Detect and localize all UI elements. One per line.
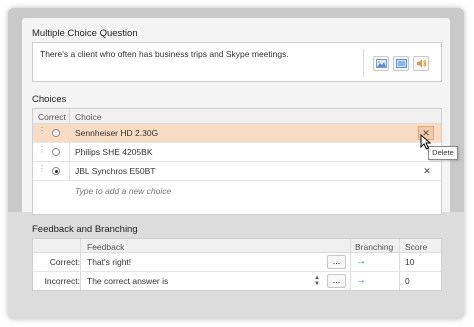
- choice-label[interactable]: Sennheiser HD 2.30G: [75, 128, 158, 138]
- branching-arrow-icon[interactable]: →: [356, 275, 366, 286]
- media-divider: [363, 49, 364, 77]
- image-icon[interactable]: [373, 56, 389, 71]
- choice-label[interactable]: Philips SHE 4205BK: [75, 147, 153, 157]
- feedback-table: Feedback Branching Score Correct: That's…: [32, 238, 442, 291]
- feedback-row-correct: Correct: That's right! ... → 10: [33, 253, 441, 272]
- row-divider: [69, 143, 70, 162]
- delete-tooltip: Delete: [428, 146, 458, 160]
- feedback-text-field[interactable]: That's right!: [87, 257, 131, 267]
- drag-handle-icon[interactable]: ⋮: [38, 146, 46, 154]
- feedback-text-field[interactable]: The correct answer is: [87, 276, 168, 286]
- score-field[interactable]: 0: [405, 276, 410, 286]
- question-section-title: Multiple Choice Question: [32, 28, 138, 39]
- col-feedback: Feedback: [87, 242, 125, 252]
- choices-header: Correct Choice: [33, 109, 441, 124]
- choices-section-title: Choices: [32, 94, 67, 105]
- question-input[interactable]: There's a client who often has business …: [32, 42, 442, 82]
- feedback-header: Feedback Branching Score: [33, 239, 441, 253]
- correct-radio[interactable]: [52, 148, 60, 156]
- choice-row[interactable]: ⋮ JBL Synchros E50BT ✕: [33, 162, 441, 181]
- question-text[interactable]: There's a client who often has business …: [40, 49, 289, 59]
- spinner-icon[interactable]: ▲ ▼: [314, 275, 320, 287]
- choices-table: Correct Choice ⋮ Sennheiser HD 2.30G ✕ ⋮…: [32, 108, 442, 215]
- audio-icon[interactable]: [413, 56, 429, 71]
- col-correct: Correct: [38, 112, 66, 122]
- choice-row[interactable]: ⋮ Philips SHE 4205BK: [33, 143, 441, 162]
- video-icon[interactable]: [393, 56, 409, 71]
- score-field[interactable]: 10: [405, 257, 414, 267]
- mouse-cursor-icon: [420, 134, 432, 150]
- col-score: Score: [405, 242, 428, 252]
- feedback-row-incorrect: Incorrect: The correct answer is ▲ ▼ ... …: [33, 272, 441, 291]
- col-branching: Branching: [355, 242, 394, 252]
- correct-radio[interactable]: [52, 167, 60, 175]
- branching-arrow-icon[interactable]: →: [356, 256, 366, 267]
- feedback-label: Incorrect:: [44, 276, 80, 286]
- row-divider: [69, 162, 70, 181]
- more-button[interactable]: ...: [327, 274, 346, 288]
- feedback-label: Correct:: [49, 257, 80, 267]
- new-choice-input[interactable]: Type to add a new choice: [75, 186, 171, 196]
- more-button[interactable]: ...: [327, 255, 346, 269]
- choice-label[interactable]: JBL Synchros E50BT: [75, 166, 155, 176]
- feedback-section-title: Feedback and Branching: [32, 224, 138, 235]
- delete-icon[interactable]: ✕: [422, 166, 432, 176]
- header-divider: [69, 109, 70, 124]
- row-divider: [69, 124, 70, 143]
- correct-radio[interactable]: [52, 129, 60, 137]
- drag-handle-icon[interactable]: ⋮: [38, 127, 46, 135]
- drag-handle-icon[interactable]: ⋮: [38, 165, 46, 173]
- choice-row[interactable]: ⋮ Sennheiser HD 2.30G ✕: [33, 124, 441, 143]
- col-choice: Choice: [75, 112, 102, 122]
